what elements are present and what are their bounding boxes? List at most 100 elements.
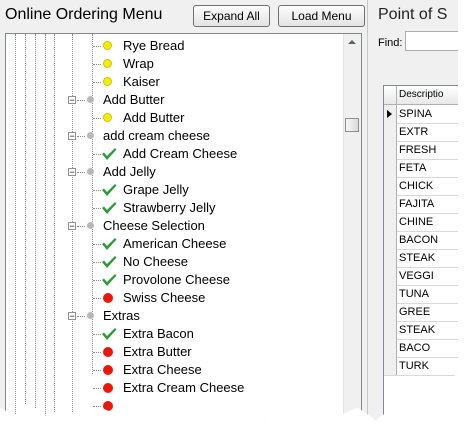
tree-group-node[interactable]: − Extras bbox=[6, 307, 346, 325]
description-cell: FRESH bbox=[399, 144, 437, 156]
description-column-header[interactable]: Descriptio bbox=[399, 89, 443, 100]
pos-items-grid[interactable]: Descriptio SPINA EXTR FRESH FETA CHICK FAJITA… bbox=[383, 85, 458, 420]
tree-item-node[interactable]: Wrap bbox=[6, 55, 346, 73]
tree-connector bbox=[93, 46, 101, 47]
check-icon bbox=[102, 274, 117, 286]
find-input[interactable] bbox=[405, 31, 458, 51]
row-selector[interactable] bbox=[384, 321, 397, 339]
grid-row[interactable]: TUNA bbox=[384, 285, 458, 304]
grid-row[interactable]: FETA bbox=[384, 159, 458, 178]
grid-row[interactable]: STEAK bbox=[384, 249, 458, 268]
tree-node-label: Add Butter bbox=[103, 92, 165, 107]
tree-node-label: Add Butter bbox=[123, 110, 185, 125]
tree-item-node[interactable]: Grape Jelly bbox=[6, 181, 346, 199]
scroll-thumb[interactable] bbox=[345, 118, 359, 132]
grid-row[interactable]: BACON bbox=[384, 231, 458, 250]
description-cell: BACO bbox=[399, 342, 431, 354]
row-selector[interactable] bbox=[384, 213, 397, 231]
grid-header-corner bbox=[384, 86, 397, 104]
tree-item-node[interactable] bbox=[6, 397, 346, 415]
grid-row[interactable]: GREE bbox=[384, 303, 458, 322]
panel-divider[interactable] bbox=[367, 0, 368, 420]
row-selector[interactable] bbox=[384, 231, 397, 249]
grid-row[interactable]: FRESH bbox=[384, 141, 458, 160]
tree-node-label: Rye Bread bbox=[123, 38, 185, 53]
red-dot-icon bbox=[103, 347, 113, 357]
tree-vertical-scrollbar[interactable] bbox=[343, 34, 361, 420]
grid-row[interactable]: VEGGI bbox=[384, 267, 458, 286]
find-label: Find: bbox=[378, 37, 403, 49]
row-selector[interactable] bbox=[384, 159, 397, 177]
tree-node-label: Extra Cheese bbox=[123, 362, 202, 377]
collapse-icon[interactable]: − bbox=[68, 168, 76, 177]
tree-connector bbox=[93, 64, 101, 65]
tree-connector bbox=[77, 316, 85, 317]
point-of-sale-title: Point of S bbox=[378, 6, 448, 23]
tree-item-node[interactable]: Extra Bacon bbox=[6, 325, 346, 343]
tree-node-label: Swiss Cheese bbox=[123, 290, 206, 305]
tree-item-node[interactable]: Provolone Cheese bbox=[6, 271, 346, 289]
grid-row[interactable]: SPINA bbox=[384, 105, 458, 124]
tree-group-node[interactable]: − Add Butter bbox=[6, 91, 346, 109]
grid-header: Descriptio bbox=[384, 86, 458, 105]
tree-group-node[interactable]: − Cheese Selection bbox=[6, 217, 346, 235]
tree-connector bbox=[93, 388, 101, 389]
grid-row[interactable]: TURK bbox=[384, 357, 458, 376]
grid-row[interactable]: EXTR bbox=[384, 123, 458, 142]
tree-item-node[interactable]: Strawberry Jelly bbox=[6, 199, 346, 217]
tree-connector bbox=[93, 352, 101, 353]
tree-item-node[interactable]: Add Butter bbox=[6, 109, 346, 127]
row-selector[interactable] bbox=[384, 339, 397, 357]
tree-item-node[interactable]: Extra Cheese bbox=[6, 361, 346, 379]
yellow-dot-icon bbox=[103, 77, 112, 86]
collapse-icon[interactable]: − bbox=[68, 312, 76, 321]
tree-item-node[interactable]: Kaiser bbox=[6, 73, 346, 91]
row-selector[interactable] bbox=[384, 267, 397, 285]
tree-connector bbox=[93, 262, 101, 263]
row-selector[interactable] bbox=[384, 141, 397, 159]
tree-group-node[interactable]: − add cream cheese bbox=[6, 127, 346, 145]
tree-item-node[interactable]: Swiss Cheese bbox=[6, 289, 346, 307]
description-cell: STEAK bbox=[399, 324, 436, 336]
tree-node-label: Extras bbox=[103, 308, 140, 323]
check-icon bbox=[102, 238, 117, 250]
grid-row[interactable]: STEAK bbox=[384, 321, 458, 340]
gray-dot-icon bbox=[87, 96, 94, 103]
collapse-icon[interactable]: − bbox=[68, 132, 76, 141]
row-selector[interactable] bbox=[384, 249, 397, 267]
grid-row[interactable]: CHINE bbox=[384, 213, 458, 232]
grid-row[interactable]: CHICK bbox=[384, 177, 458, 196]
row-selector[interactable] bbox=[384, 357, 397, 375]
red-dot-icon bbox=[103, 365, 113, 375]
tree-item-node[interactable]: American Cheese bbox=[6, 235, 346, 253]
collapse-icon[interactable]: − bbox=[68, 96, 76, 105]
row-selector[interactable] bbox=[384, 303, 397, 321]
description-cell: STEAK bbox=[399, 252, 436, 264]
description-cell: GREE bbox=[399, 306, 431, 318]
row-selector[interactable] bbox=[384, 285, 397, 303]
menu-tree[interactable]: Rye Bread Wrap Kaiser − Add Butter Add Butter… bbox=[5, 33, 362, 420]
tree-item-node[interactable]: Extra Cream Cheese bbox=[6, 379, 346, 397]
tree-item-node[interactable]: Extra Butter bbox=[6, 343, 346, 361]
tree-group-node[interactable]: − Add Jelly bbox=[6, 163, 346, 181]
grid-row[interactable]: BACO bbox=[384, 339, 458, 358]
row-selector[interactable] bbox=[384, 177, 397, 195]
collapse-icon[interactable]: − bbox=[68, 222, 76, 231]
gray-dot-icon bbox=[87, 222, 94, 229]
load-menu-button[interactable]: Load Menu bbox=[278, 5, 365, 27]
row-selector[interactable] bbox=[384, 123, 397, 141]
description-cell: TURK bbox=[399, 360, 429, 372]
tree-connector bbox=[93, 280, 101, 281]
yellow-dot-icon bbox=[103, 59, 112, 68]
expand-all-button[interactable]: Expand All bbox=[193, 5, 270, 27]
tree-item-node[interactable]: No Cheese bbox=[6, 253, 346, 271]
tree-node-label: Wrap bbox=[123, 56, 154, 71]
tree-item-node[interactable]: Add Cream Cheese bbox=[6, 145, 346, 163]
tree-item-node[interactable]: Rye Bread bbox=[6, 37, 346, 55]
tree-node-label: Provolone Cheese bbox=[123, 272, 230, 287]
tree-connector bbox=[77, 226, 85, 227]
grid-row[interactable]: FAJITA bbox=[384, 195, 458, 214]
row-selector[interactable] bbox=[384, 195, 397, 213]
row-selector[interactable] bbox=[384, 105, 397, 123]
scroll-up-arrow-icon[interactable] bbox=[348, 40, 356, 44]
